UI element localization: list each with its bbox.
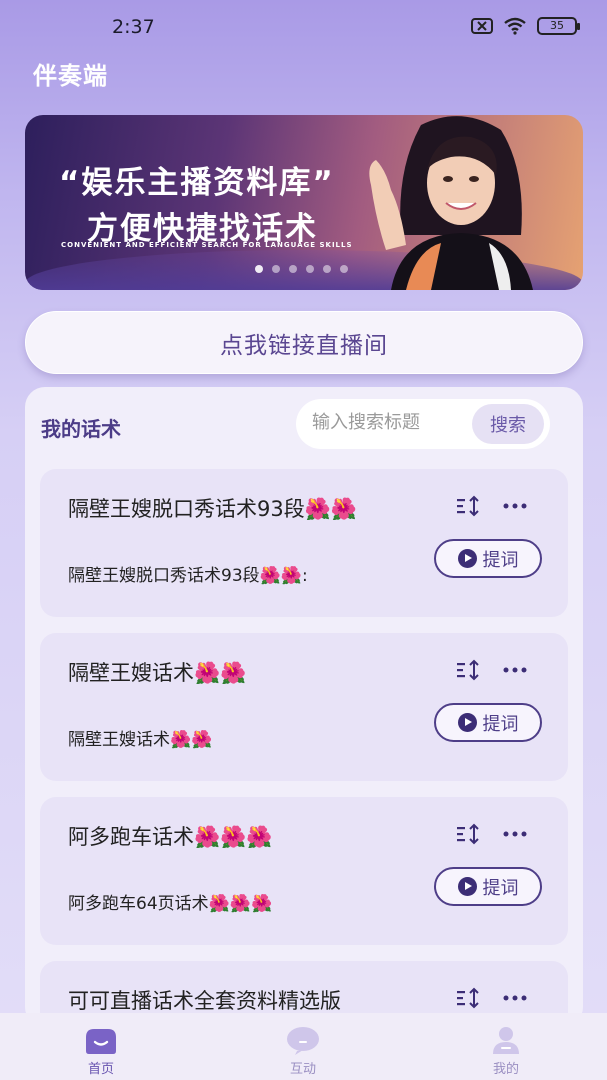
sort-icon[interactable] (456, 495, 482, 517)
script-card-description: 阿多跑车64页话术🌺🌺🌺 (68, 894, 273, 914)
teleprompter-button[interactable]: 提词 (434, 539, 542, 578)
script-card-title: 隔壁王嫂脱口秀话术93段🌺🌺 (68, 497, 358, 521)
script-card-description: 隔壁王嫂话术🌺🌺 (68, 730, 213, 750)
more-icon[interactable] (502, 987, 528, 1009)
search-bar: 搜索 (296, 399, 550, 449)
script-card[interactable]: 隔壁王嫂脱口秀话术93段🌺🌺 提词 隔壁王嫂脱口秀话术93段🌺🌺: (40, 469, 568, 617)
banner-pagination[interactable] (255, 265, 348, 273)
battery-icon: 35 (537, 17, 580, 35)
app-title: 伴奏端 (33, 62, 108, 90)
script-card-title: 可可直播话术全套资料精选版 (68, 989, 341, 1013)
teleprompter-label: 提词 (482, 713, 519, 735)
banner-subtitle: CONVENIENT AND EFFICIENT SEARCH FOR LANG… (61, 241, 353, 249)
promo-banner[interactable]: “娱乐主播资料库” 方便快捷找话术 CONVENIENT AND EFFICIE… (25, 115, 583, 290)
script-card[interactable]: 隔壁王嫂话术🌺🌺 提词 隔壁王嫂话术🌺🌺 (40, 633, 568, 781)
banner-dot[interactable] (272, 265, 280, 273)
banner-host-photo (369, 116, 533, 290)
banner-dot[interactable] (323, 265, 331, 273)
search-input[interactable] (312, 412, 462, 433)
script-card-title: 阿多跑车话术🌺🌺🌺 (68, 825, 273, 849)
status-icons: 35 (471, 17, 580, 35)
home-icon (86, 1029, 116, 1054)
banner-dot[interactable] (289, 265, 297, 273)
connect-live-room-button[interactable]: 点我链接直播间 (25, 311, 583, 374)
teleprompter-button[interactable]: 提词 (434, 703, 542, 742)
play-icon (457, 549, 477, 568)
tab-interact-label: 互动 (289, 1062, 316, 1077)
battery-level: 35 (550, 19, 564, 32)
script-card-description: 隔壁王嫂脱口秀话术93段🌺🌺: (68, 566, 308, 586)
teleprompter-label: 提词 (482, 877, 519, 899)
search-button[interactable]: 搜索 (472, 404, 544, 444)
more-icon[interactable] (502, 659, 528, 681)
sort-icon[interactable] (456, 659, 482, 681)
status-bar: 2:37 35 (0, 0, 607, 56)
teleprompter-label: 提词 (482, 549, 519, 571)
banner-dot[interactable] (340, 265, 348, 273)
tab-interact[interactable]: 互动 (263, 1025, 343, 1077)
teleprompter-button[interactable]: 提词 (434, 867, 542, 906)
more-icon[interactable] (502, 823, 528, 845)
wifi-icon (504, 17, 526, 35)
banner-dot[interactable] (306, 265, 314, 273)
bottom-tab-bar: 首页 互动 我的 (0, 1013, 607, 1080)
status-time: 2:37 (112, 16, 155, 38)
profile-icon (493, 1027, 519, 1054)
sim-off-icon (471, 18, 493, 34)
tab-home-label: 首页 (87, 1062, 114, 1077)
chat-icon (287, 1027, 319, 1055)
tab-home[interactable]: 首页 (61, 1025, 141, 1077)
script-card-title: 隔壁王嫂话术🌺🌺 (68, 661, 247, 685)
my-scripts-panel: 我的话术 搜索 隔壁王嫂脱口秀话术93段🌺🌺 提词 隔壁王嫂脱口秀话术93段🌺🌺… (25, 387, 583, 1080)
sort-icon[interactable] (456, 823, 482, 845)
more-icon[interactable] (502, 495, 528, 517)
banner-dot[interactable] (255, 265, 263, 273)
play-icon (457, 877, 477, 896)
tab-profile-label: 我的 (492, 1062, 519, 1077)
play-icon (457, 713, 477, 732)
banner-headline: “娱乐主播资料库” (59, 165, 335, 201)
panel-title: 我的话术 (41, 417, 121, 441)
tab-profile[interactable]: 我的 (466, 1025, 546, 1077)
sort-icon[interactable] (456, 987, 482, 1009)
script-card[interactable]: 阿多跑车话术🌺🌺🌺 提词 阿多跑车64页话术🌺🌺🌺 (40, 797, 568, 945)
